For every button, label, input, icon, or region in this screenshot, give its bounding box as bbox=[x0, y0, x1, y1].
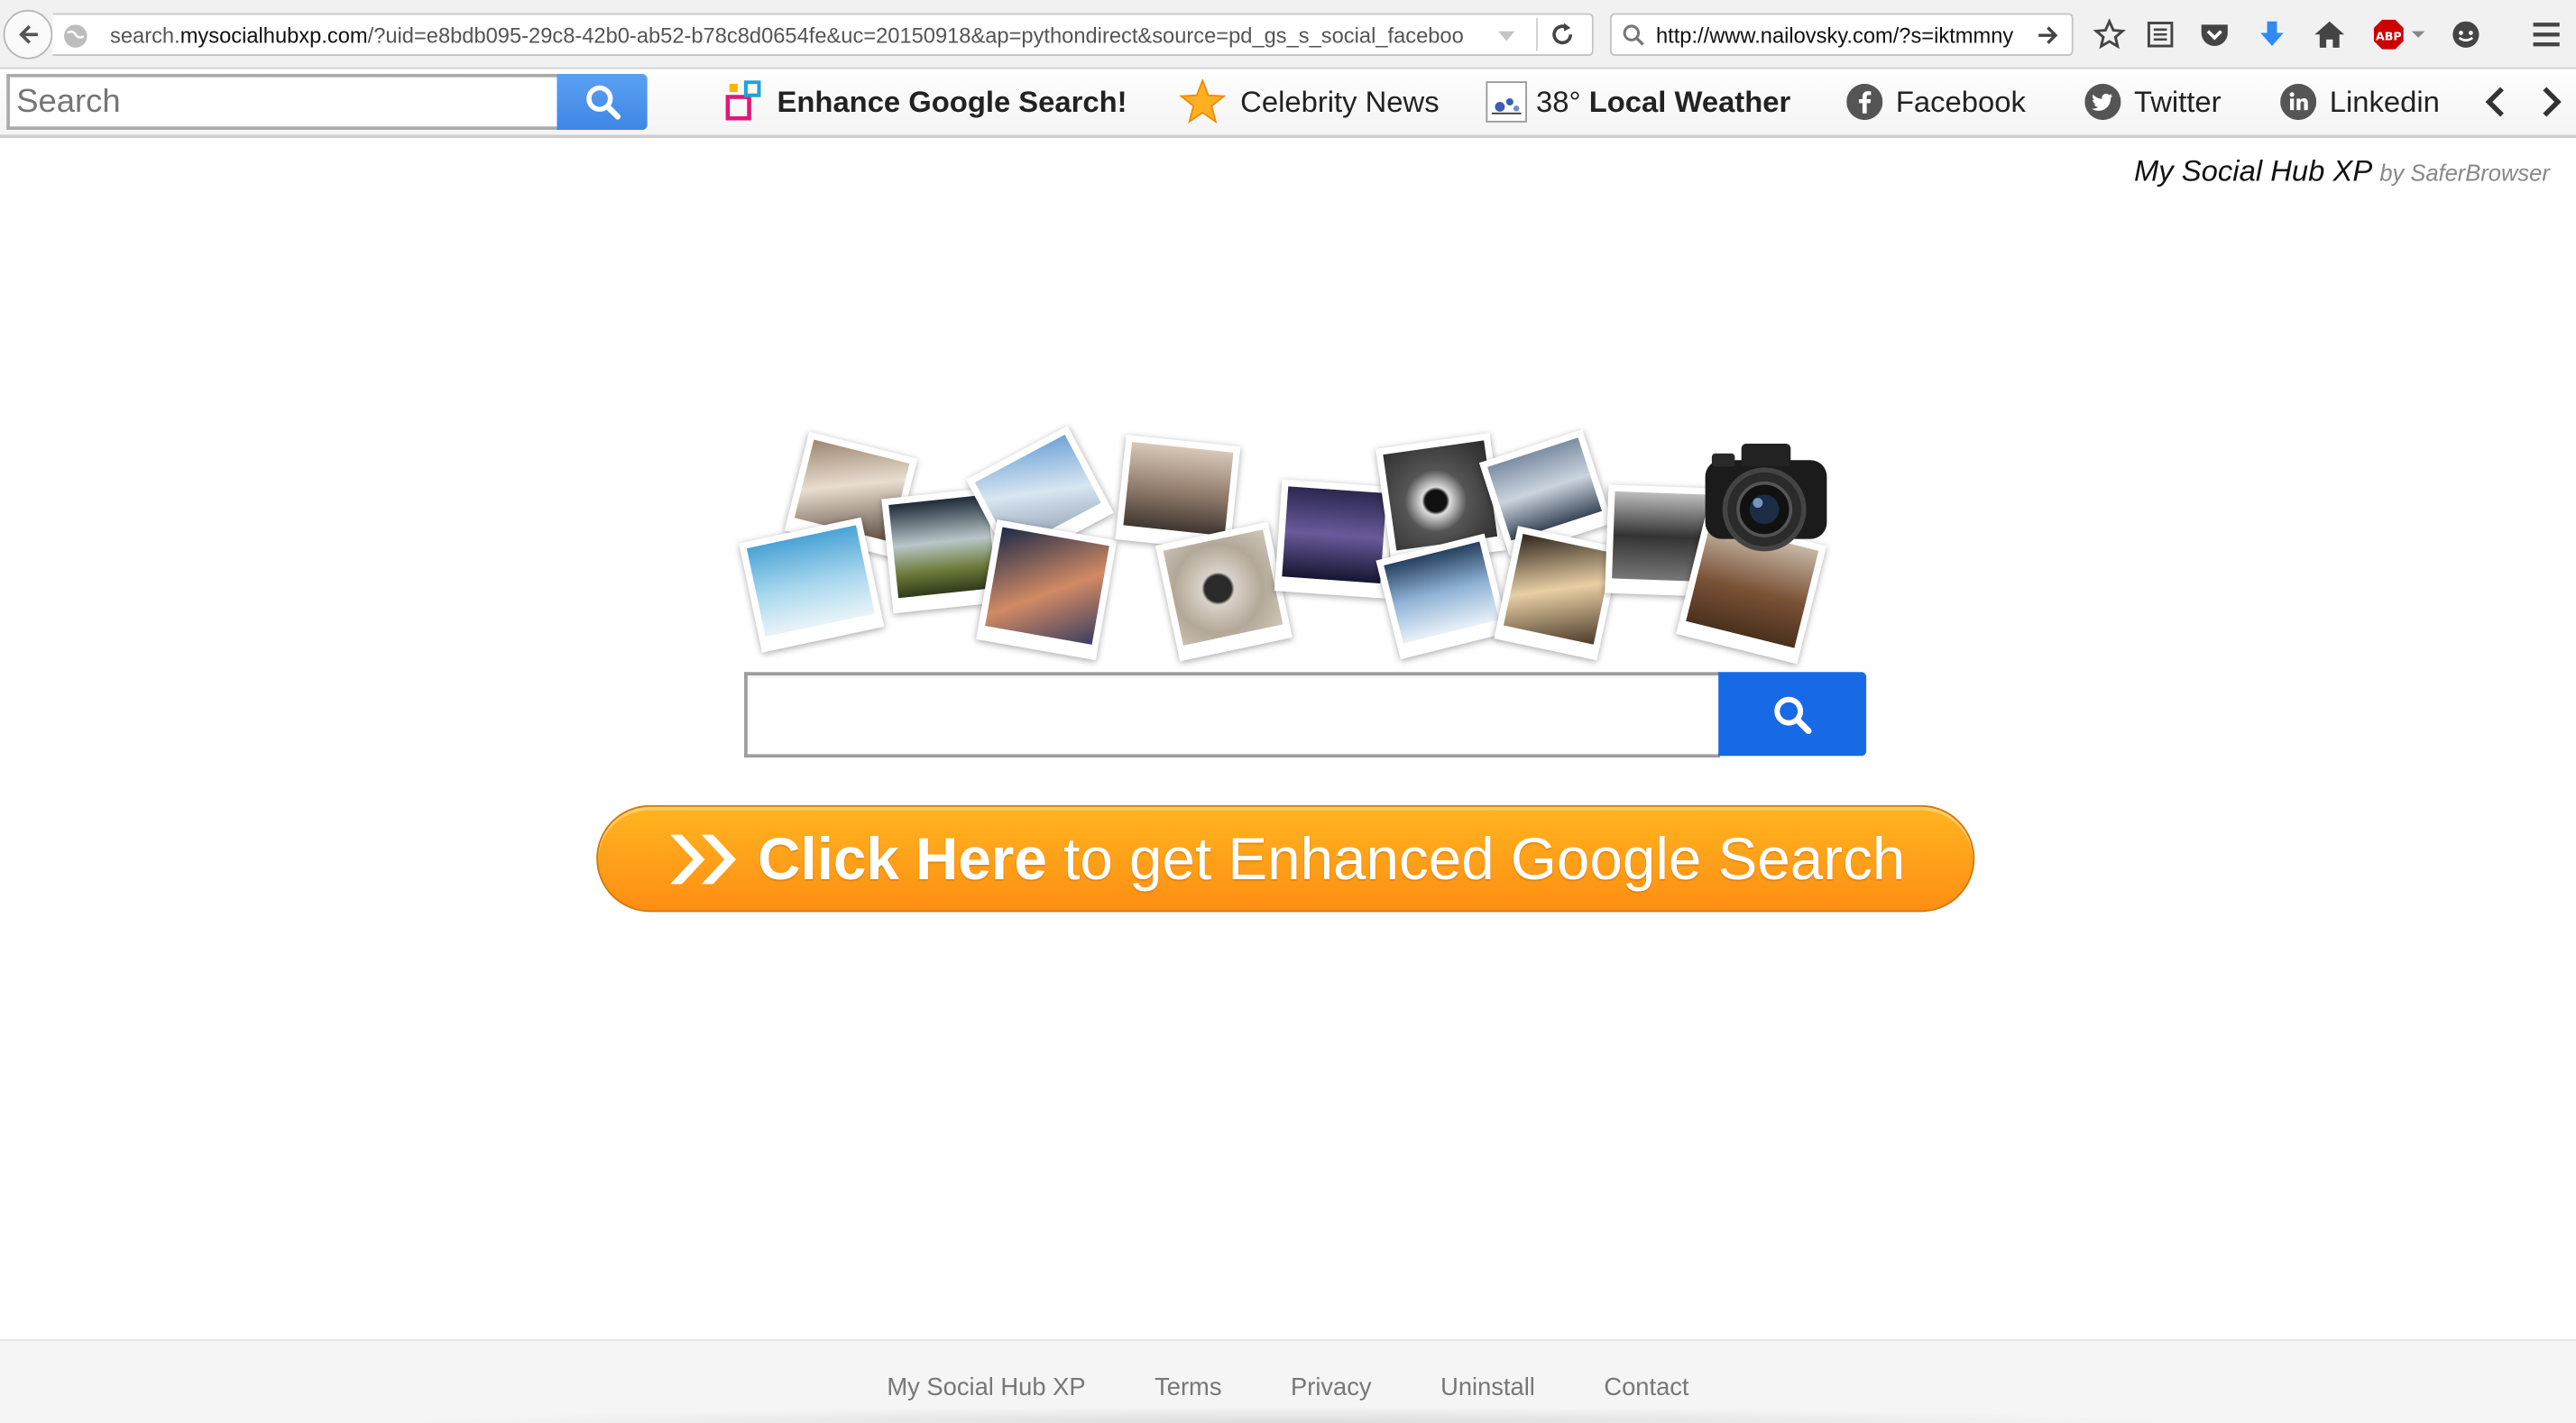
brand-name: My Social Hub XP bbox=[2133, 154, 2373, 188]
url-host: mysocialhubxp.com bbox=[179, 23, 368, 48]
browser-window: search.mysocialhubxp.com/?uid=e8bdb095-2… bbox=[0, 0, 2576, 1423]
twitter-label: Twitter bbox=[2133, 84, 2222, 118]
download-icon[interactable] bbox=[2254, 16, 2290, 52]
url-text[interactable]: search.mysocialhubxp.com/?uid=e8bdb095-2… bbox=[110, 23, 1486, 48]
browser-navbar: search.mysocialhubxp.com/?uid=e8bdb095-2… bbox=[0, 0, 2576, 69]
star-icon bbox=[1178, 78, 1228, 124]
celebrity-news-link[interactable]: Celebrity News bbox=[1178, 69, 1440, 135]
facebook-icon bbox=[1846, 83, 1883, 121]
home-icon[interactable] bbox=[2312, 16, 2348, 52]
facebook-link[interactable]: Facebook bbox=[1846, 69, 2026, 135]
cta-rest-text: to get Enhanced Google Search bbox=[1046, 823, 1906, 892]
double-chevron-icon bbox=[666, 829, 744, 888]
dslr-camera-icon bbox=[1705, 443, 1827, 552]
local-weather-label: Local Weather bbox=[1588, 84, 1791, 118]
enhanced-search-cta-button[interactable]: Click Here to get Enhanced Google Search bbox=[596, 804, 1975, 913]
cta-strong-text: Click Here bbox=[758, 823, 1047, 892]
cta-text: Click Here to get Enhanced Google Search bbox=[758, 824, 1905, 894]
main-search-input[interactable] bbox=[744, 672, 1721, 758]
collage-photo-road-lights bbox=[976, 519, 1118, 661]
url-divider bbox=[1536, 18, 1538, 51]
chevron-right-icon bbox=[2543, 87, 2562, 117]
url-path: /?uid=e8bdb095-29c8-42b0-ab52-b78c8d0654… bbox=[367, 23, 1464, 48]
chat-icon[interactable] bbox=[2448, 16, 2484, 52]
enhance-search-link[interactable]: Enhance Google Search! bbox=[724, 69, 1127, 135]
collage-photo-hallway bbox=[1494, 526, 1621, 661]
twitter-icon bbox=[2084, 83, 2121, 121]
twitter-link[interactable]: Twitter bbox=[2084, 69, 2222, 135]
footer-link-uninstall[interactable]: Uninstall bbox=[1440, 1373, 1535, 1401]
collage-photo-beach bbox=[739, 517, 885, 653]
linkedin-link[interactable]: Linkedin bbox=[2280, 69, 2440, 135]
enhance-logo-icon bbox=[724, 80, 764, 123]
reload-icon[interactable] bbox=[1550, 22, 1576, 48]
toolbar-search-input[interactable] bbox=[6, 73, 559, 130]
search-icon bbox=[1774, 695, 1812, 734]
linkedin-icon bbox=[2280, 83, 2317, 121]
extension-toolbar: Enhance Google Search! Celebrity News 38… bbox=[0, 69, 2576, 139]
local-weather-link[interactable]: 38° Local Weather bbox=[1486, 69, 1791, 135]
footer-links: My Social Hub XP Terms Privacy Uninstall… bbox=[0, 1373, 2576, 1401]
menu-icon[interactable] bbox=[2528, 16, 2564, 52]
footer-link-terms[interactable]: Terms bbox=[1155, 1373, 1221, 1401]
back-icon bbox=[19, 24, 38, 44]
adblock-icon[interactable]: ABP bbox=[2370, 16, 2430, 52]
chevron-left-icon bbox=[2485, 87, 2504, 117]
footer: My Social Hub XP Terms Privacy Uninstall… bbox=[0, 1339, 2576, 1423]
footer-shadow bbox=[394, 1406, 2185, 1423]
search-icon bbox=[585, 85, 621, 120]
collage-photo-bridge-night bbox=[1274, 479, 1394, 599]
photo-collage-logo bbox=[736, 426, 1840, 670]
bookmark-star-icon[interactable] bbox=[2092, 16, 2128, 52]
search-icon bbox=[1623, 24, 1644, 46]
enhance-search-label: Enhance Google Search! bbox=[777, 84, 1127, 118]
brand-byline: by SaferBrowser bbox=[2379, 159, 2550, 186]
pocket-icon[interactable] bbox=[2196, 16, 2232, 52]
brand-label: My Social Hub XP by SaferBrowser bbox=[2134, 154, 2550, 188]
main-search-button[interactable] bbox=[1718, 672, 1867, 757]
footer-link-home[interactable]: My Social Hub XP bbox=[887, 1373, 1085, 1401]
globe-icon bbox=[64, 24, 87, 48]
url-prefix: search. bbox=[110, 23, 180, 48]
weather-icon bbox=[1486, 80, 1528, 123]
facebook-label: Facebook bbox=[1895, 84, 2026, 118]
footer-link-contact[interactable]: Contact bbox=[1604, 1373, 1688, 1401]
url-bar[interactable]: search.mysocialhubxp.com/?uid=e8bdb095-2… bbox=[52, 13, 1594, 56]
browser-search-bar[interactable]: http://www.nailovsky.com/?s=iktmmny bbox=[1609, 13, 2074, 56]
dropdown-icon[interactable] bbox=[1496, 30, 1516, 43]
adblock-label: ABP bbox=[2376, 31, 2402, 44]
toolbar-search-button[interactable] bbox=[557, 73, 648, 130]
collage-photo-vintage-camera bbox=[1155, 521, 1293, 662]
celebrity-news-label: Celebrity News bbox=[1240, 84, 1440, 118]
scroll-right-button[interactable] bbox=[2538, 69, 2564, 135]
weather-temperature: 38° bbox=[1536, 84, 1581, 118]
linkedin-label: Linkedin bbox=[2329, 84, 2440, 118]
browser-search-value[interactable]: http://www.nailovsky.com/?s=iktmmny bbox=[1656, 23, 2026, 48]
scroll-left-button[interactable] bbox=[2482, 69, 2508, 135]
footer-link-privacy[interactable]: Privacy bbox=[1291, 1373, 1372, 1401]
go-arrow-icon[interactable] bbox=[2036, 23, 2060, 48]
reading-list-icon[interactable] bbox=[2142, 16, 2178, 52]
back-button[interactable] bbox=[3, 9, 53, 60]
